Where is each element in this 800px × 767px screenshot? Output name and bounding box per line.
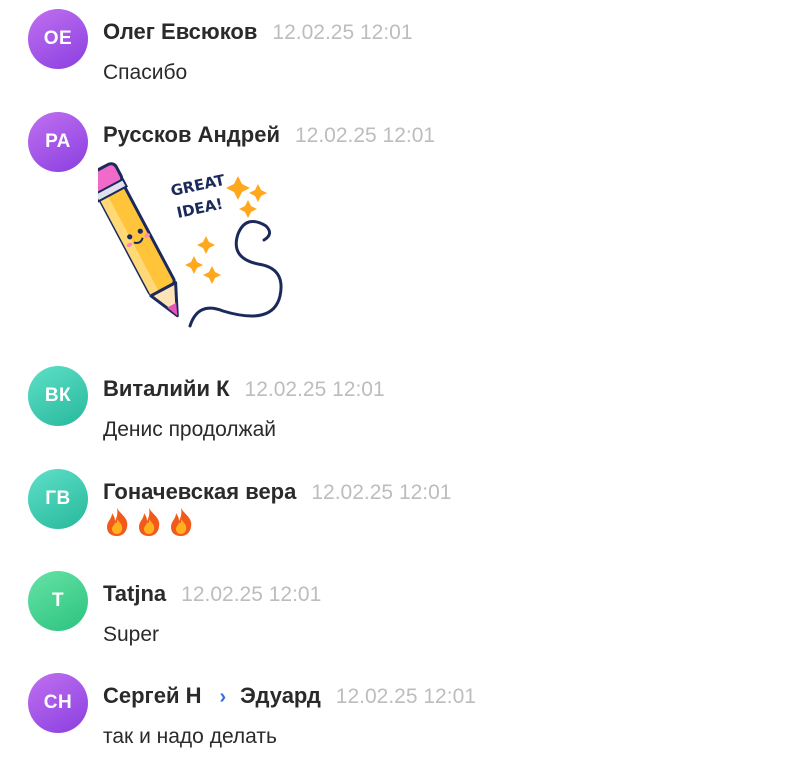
message-timestamp: 12.02.25 12:01 xyxy=(335,685,476,708)
message-header: Гоначевская вера 12.02.25 12:01 xyxy=(103,479,452,505)
message-header: Руссков Андрей 12.02.25 12:01 xyxy=(103,122,435,148)
message-header: Сергей Н › Эдуард 12.02.25 12:01 xyxy=(103,683,476,709)
message-text: Денис продолжай xyxy=(103,418,277,441)
reply-arrow-icon: › xyxy=(219,686,227,708)
avatar[interactable]: T xyxy=(28,571,88,631)
author-name[interactable]: Руссков Андрей xyxy=(103,122,280,148)
message-timestamp: 12.02.25 12:01 xyxy=(181,583,322,606)
message-text: так и надо делать xyxy=(103,725,277,748)
message-text: Спасибо xyxy=(103,61,188,84)
message-header: Олег Евсюков 12.02.25 12:01 xyxy=(103,19,413,45)
author-name[interactable]: Tatjna xyxy=(103,581,166,607)
message-timestamp: 12.02.25 12:01 xyxy=(294,124,436,147)
fire-icon xyxy=(139,508,160,536)
avatar[interactable]: ВК xyxy=(28,366,88,426)
pencil-sticker-icon[interactable]: GREAT IDEA! xyxy=(98,156,294,338)
message-emoji xyxy=(103,507,195,537)
sticker-caption: IDEA! xyxy=(175,195,224,222)
author-name[interactable]: Гоначевская вера xyxy=(103,479,296,505)
chat-message: ОЕ Олег Евсюков 12.02.25 12:01 Спасибо xyxy=(0,9,800,89)
avatar[interactable]: ГВ xyxy=(28,469,88,529)
reply-to-name[interactable]: Эдуард xyxy=(240,683,321,709)
author-name[interactable]: Сергей Н xyxy=(103,683,201,709)
message-timestamp: 12.02.25 12:01 xyxy=(244,378,385,401)
message-timestamp: 12.02.25 12:01 xyxy=(311,481,452,504)
chat-message: T Tatjna 12.02.25 12:01 Super xyxy=(0,571,800,651)
message-text: Super xyxy=(103,623,160,646)
avatar[interactable]: РА xyxy=(28,112,88,172)
fire-icon xyxy=(107,508,128,536)
chat-message: РА Руссков Андрей 12.02.25 12:01 GREAT I… xyxy=(0,112,800,342)
avatar[interactable]: ОЕ xyxy=(28,9,88,69)
message-header: Виталийи К 12.02.25 12:01 xyxy=(103,376,385,402)
chat-message: ГВ Гоначевская вера 12.02.25 12:01 xyxy=(0,469,800,549)
avatar[interactable]: СН xyxy=(28,673,88,733)
author-name[interactable]: Олег Евсюков xyxy=(103,19,257,45)
message-header: Tatjna 12.02.25 12:01 xyxy=(103,581,321,607)
author-name[interactable]: Виталийи К xyxy=(103,376,230,402)
chat-message: СН Сергей Н › Эдуард 12.02.25 12:01 так … xyxy=(0,673,800,753)
fire-icon xyxy=(171,508,192,536)
chat-message: ВК Виталийи К 12.02.25 12:01 Денис продо… xyxy=(0,366,800,446)
message-timestamp: 12.02.25 12:01 xyxy=(272,21,413,44)
